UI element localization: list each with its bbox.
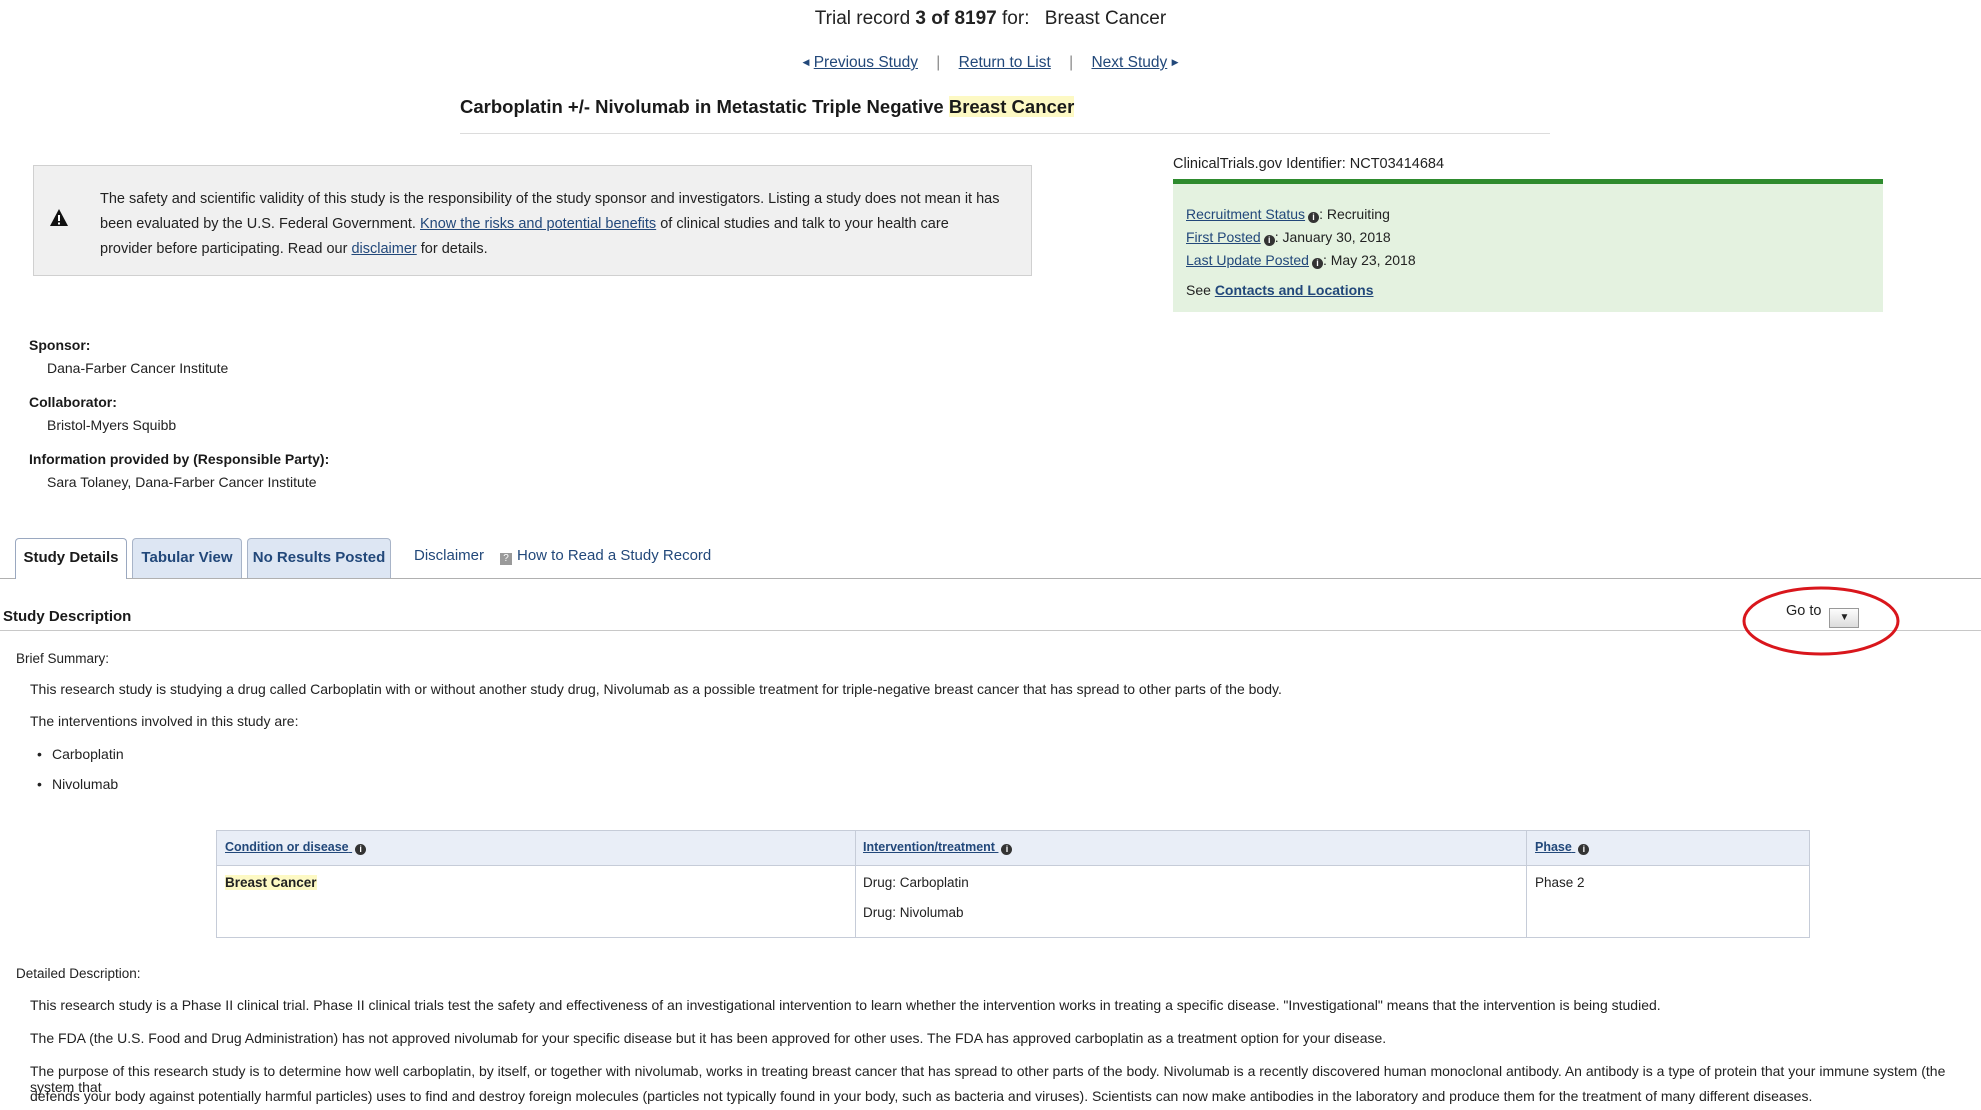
intervention-value: Drug: Nivolumab <box>863 905 964 920</box>
condition-header[interactable]: Condition or disease i <box>225 840 367 855</box>
detailed-description-p1: This research study is a Phase II clinic… <box>30 997 1661 1013</box>
recruitment-status: Recruitment Status i: Recruiting <box>1186 206 1390 223</box>
tab-no-results-posted[interactable]: No Results Posted <box>247 538 391 578</box>
info-icon[interactable]: i <box>1311 258 1323 269</box>
disclaimer-text: The safety and scientific validity of th… <box>100 187 1000 262</box>
study-identifier: ClinicalTrials.gov Identifier: NCT034146… <box>1173 156 1444 172</box>
first-posted-value: January 30, 2018 <box>1282 229 1391 245</box>
tab-disclaimer[interactable]: Disclaimer <box>414 547 484 564</box>
intervention-value: Drug: Carboplatin <box>863 875 969 890</box>
first-posted-link[interactable]: First Posted <box>1186 229 1261 245</box>
trial-for: for: <box>1002 8 1030 29</box>
nav-separator: | <box>936 54 941 71</box>
identifier-value: NCT03414684 <box>1349 156 1445 172</box>
responsible-party-value: Sara Tolaney, Dana-Farber Cancer Institu… <box>47 474 317 490</box>
section-divider <box>0 630 1981 631</box>
status-panel: Recruitment Status i: Recruiting First Po… <box>1173 179 1883 312</box>
column-divider <box>855 831 856 937</box>
contacts-locations-link[interactable]: Contacts and Locations <box>1215 282 1374 298</box>
trial-query: Breast Cancer <box>1044 8 1167 29</box>
disclaimer-text-part-3: for details. <box>420 241 488 257</box>
study-title-main: Carboplatin +/- Nivolumab in Metastatic … <box>460 96 944 117</box>
conditions-table: Condition or disease i Intervention/trea… <box>216 830 1810 938</box>
contacts-locations-line: See Contacts and Locations <box>1186 282 1374 298</box>
brief-summary-label: Brief Summary: <box>16 651 110 666</box>
trial-record-counter: Trial record 3 of 8197 for: Breast Cance… <box>0 8 1981 30</box>
info-icon[interactable]: i <box>355 844 367 855</box>
trial-prefix: Trial record <box>814 8 911 29</box>
help-icon: ? <box>500 553 512 565</box>
disclaimer-link[interactable]: disclaimer <box>351 241 416 257</box>
triangle-right-icon: ▶ <box>1171 57 1179 67</box>
info-icon[interactable]: i <box>1001 844 1013 855</box>
phase-value: Phase 2 <box>1535 875 1585 890</box>
detailed-description-label: Detailed Description: <box>16 966 141 981</box>
sponsor-value: Dana-Farber Cancer Institute <box>47 360 229 376</box>
title-divider <box>460 133 1550 134</box>
phase-header[interactable]: Phase i <box>1535 840 1590 855</box>
last-update-value: May 23, 2018 <box>1330 252 1416 268</box>
info-icon[interactable]: i <box>1308 212 1320 223</box>
tab-how-to-read[interactable]: ? How to Read a Study Record <box>500 547 711 565</box>
trial-count: 3 of 8197 <box>915 8 997 29</box>
info-icon[interactable]: i <box>1578 844 1590 855</box>
how-to-read-label: How to Read a Study Record <box>517 547 712 564</box>
disclaimer-box: The safety and scientific validity of th… <box>33 165 1032 276</box>
tab-tabular-view[interactable]: Tabular View <box>132 538 242 578</box>
study-navigation: ◀ Previous Study | Return to List | Next… <box>0 54 1981 72</box>
sponsor-label: Sponsor: <box>29 337 91 353</box>
previous-study-link[interactable]: Previous Study <box>814 54 918 71</box>
nav-separator: | <box>1069 54 1074 71</box>
section-title: Study Description <box>3 608 132 625</box>
first-posted: First Posted i: January 30, 2018 <box>1186 229 1391 246</box>
return-to-list-link[interactable]: Return to List <box>959 54 1051 71</box>
recruitment-status-value: Recruiting <box>1326 206 1390 222</box>
tabs-divider <box>0 578 1981 579</box>
warning-icon <box>50 209 68 226</box>
identifier-label: ClinicalTrials.gov Identifier: <box>1173 156 1346 172</box>
list-item: Nivolumab <box>37 776 118 792</box>
last-update-posted: Last Update Posted i: May 23, 2018 <box>1186 252 1416 269</box>
list-item: Carboplatin <box>37 746 124 762</box>
column-divider <box>1526 831 1527 937</box>
collaborator-value: Bristol-Myers Squibb <box>47 417 177 433</box>
last-update-link[interactable]: Last Update Posted <box>1186 252 1309 268</box>
annotation-circle <box>1742 586 1900 656</box>
interventions-intro: The interventions involved in this study… <box>30 713 299 729</box>
next-study-link[interactable]: Next Study <box>1091 54 1167 71</box>
see-label: See <box>1186 282 1211 298</box>
detailed-description-p3-line2: defends your body against potentially ha… <box>30 1088 1813 1104</box>
recruitment-status-link[interactable]: Recruitment Status <box>1186 206 1305 222</box>
info-icon[interactable]: i <box>1263 235 1275 246</box>
collaborator-label: Collaborator: <box>29 394 117 410</box>
tab-study-details[interactable]: Study Details <box>15 538 127 579</box>
detailed-description-p2: The FDA (the U.S. Food and Drug Administ… <box>30 1030 1387 1046</box>
risks-benefits-link[interactable]: Know the risks and potential benefits <box>420 216 656 232</box>
intervention-header[interactable]: Intervention/treatment i <box>863 840 1013 855</box>
study-title-highlight: Breast Cancer <box>948 96 1075 117</box>
responsible-party-label: Information provided by (Responsible Par… <box>29 451 330 467</box>
condition-value: Breast Cancer <box>225 875 317 890</box>
triangle-left-icon: ◀ <box>802 57 810 67</box>
brief-summary-text: This research study is studying a drug c… <box>30 681 1282 697</box>
study-title: Carboplatin +/- Nivolumab in Metastatic … <box>460 96 1075 118</box>
